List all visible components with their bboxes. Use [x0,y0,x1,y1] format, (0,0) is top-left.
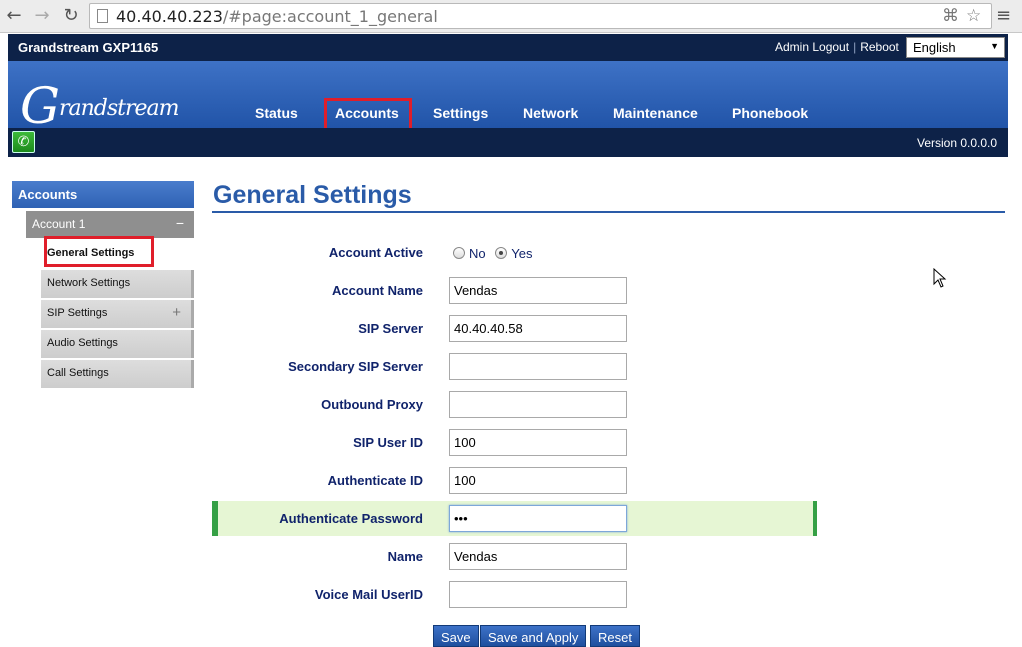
top-links: Admin Logout | Reboot [775,40,899,54]
account-name-label: Account Name [331,283,423,298]
account-active-radio-group: No Yes [453,246,538,261]
sip-server-label: SIP Server [358,321,423,336]
general-settings-highlight-box [44,236,154,267]
sidebar-item-audio-settings[interactable]: Audio Settings [41,330,194,358]
tab-maintenance[interactable]: Maintenance [613,105,698,121]
expand-icon[interactable]: + [172,304,181,321]
reboot-link[interactable]: Reboot [860,40,899,54]
page-icon [97,9,108,23]
sidebar-section-accounts[interactable]: Accounts [12,181,194,208]
secondary-sip-server-input[interactable] [449,353,627,380]
name-label: Name [387,549,423,564]
browser-toolbar: ← → ↻ 40.40.40.223/#page:account_1_gener… [0,0,1022,33]
back-icon[interactable]: ← [3,5,25,27]
app-header: Grandstream GXP1165 Admin Logout | Reboot … [8,34,1008,157]
address-bar[interactable]: 40.40.40.223/#page:account_1_general ⌘ ☆ [89,3,992,29]
save-button[interactable]: Save [433,625,479,647]
url-text: 40.40.40.223/#page:account_1_general [116,7,438,26]
secondary-sip-server-label: Secondary SIP Server [288,359,423,374]
sip-server-input[interactable]: 40.40.40.58 [449,315,627,342]
voice-mail-userid-input[interactable] [449,581,627,608]
sip-user-id-input[interactable]: 100 [449,429,627,456]
outbound-proxy-input[interactable] [449,391,627,418]
sub-strip: ✆ Version 0.0.0.0 [8,128,1008,157]
radio-no-label: No [469,246,486,261]
nav-band: Grandstream Status Accounts Settings Net… [8,61,1008,135]
account-active-label: Account Active [328,245,423,260]
save-and-apply-button[interactable]: Save and Apply [480,625,587,647]
authenticate-id-input[interactable]: 100 [449,467,627,494]
link-separator: | [853,40,857,54]
sip-user-id-label: SIP User ID [353,435,423,450]
sidebar-item-call-settings[interactable]: Call Settings [41,360,194,388]
admin-logout-link[interactable]: Admin Logout [775,40,849,54]
name-input[interactable]: Vendas [449,543,627,570]
mouse-cursor-icon [933,268,947,288]
title-divider [212,211,1005,213]
authenticate-password-input[interactable]: ••• [449,505,627,532]
sidebar-item-sip-settings[interactable]: SIP Settings + [41,300,194,328]
page-title: General Settings [213,181,412,209]
translate-icon[interactable]: ⌘ [942,6,959,26]
tab-network[interactable]: Network [523,105,578,121]
device-name: Grandstream GXP1165 [18,40,159,55]
version-text: Version 0.0.0.0 [917,136,998,150]
menu-icon[interactable]: ≡ [996,5,1011,26]
language-select[interactable]: English ▼ [906,37,1005,58]
radio-yes-label: Yes [511,246,533,261]
forward-icon[interactable]: → [31,5,53,27]
authenticate-password-label: Authenticate Password [279,511,423,526]
sidebar-item-account-1[interactable]: Account 1 − [26,211,194,238]
sidebar-item-network-settings[interactable]: Network Settings [41,270,194,298]
phone-icon[interactable]: ✆ [12,131,35,153]
tab-settings[interactable]: Settings [433,105,488,121]
authenticate-id-label: Authenticate ID [327,473,423,488]
outbound-proxy-label: Outbound Proxy [321,397,423,412]
tab-phonebook[interactable]: Phonebook [732,105,808,121]
accounts-tab-highlight-box [324,98,412,131]
radio-yes[interactable] [495,247,508,259]
language-value: English [913,40,956,55]
collapse-icon[interactable]: − [176,215,184,231]
dropdown-arrow-icon: ▼ [990,41,999,51]
reload-icon[interactable]: ↻ [60,5,82,27]
bookmark-star-icon[interactable]: ☆ [966,6,981,26]
voice-mail-userid-label: Voice Mail UserID [314,587,423,602]
account-name-input[interactable]: Vendas [449,277,627,304]
radio-no[interactable] [453,247,465,259]
reset-button[interactable]: Reset [590,625,640,647]
tab-status[interactable]: Status [255,105,298,121]
sidebar-item-label: SIP Settings [47,307,108,319]
sidebar-account-label: Account 1 [32,217,86,231]
grandstream-logo: Grandstream [20,77,179,135]
top-strip: Grandstream GXP1165 Admin Logout | Reboot … [8,34,1008,61]
